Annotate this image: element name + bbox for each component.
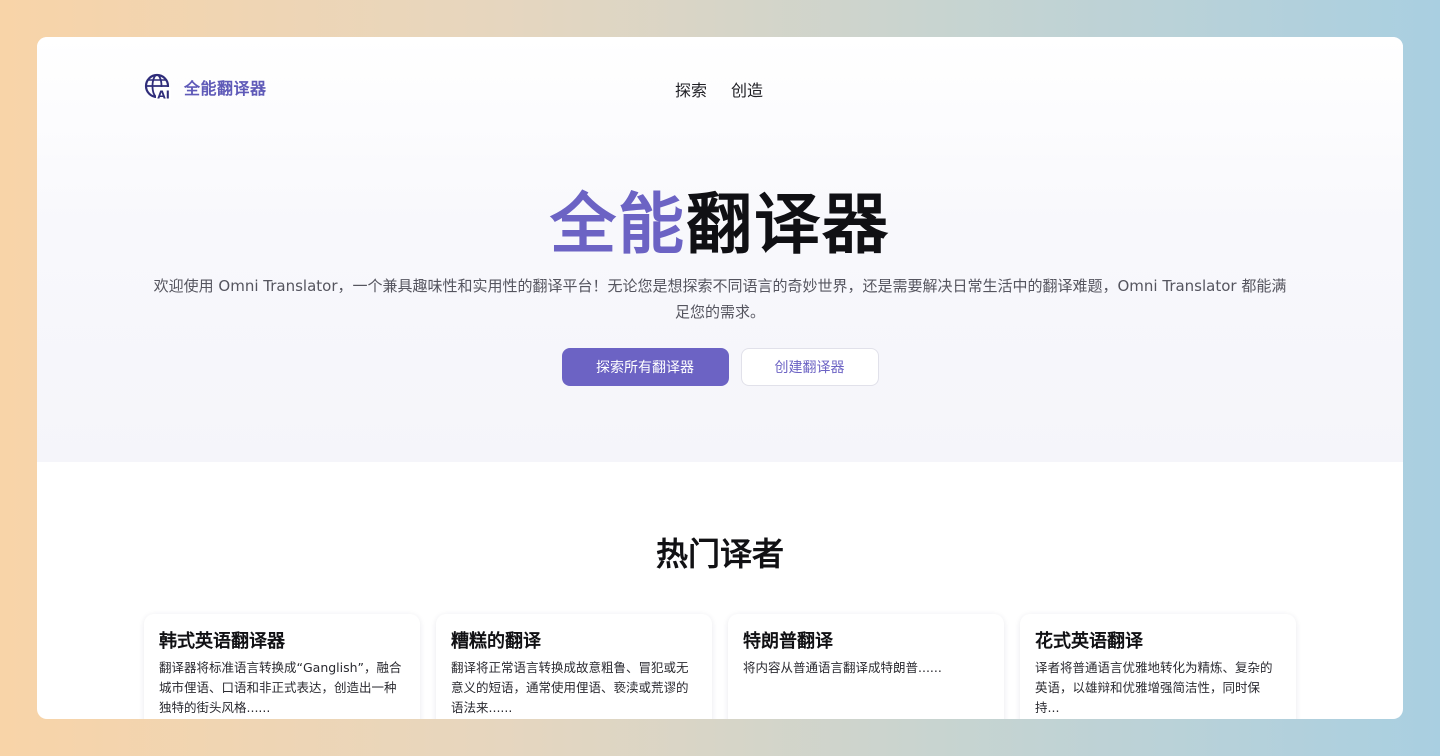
hero-title: 全能翻译器 [37, 185, 1403, 265]
translator-card[interactable]: 糟糕的翻译 翻译将正常语言转换成故意粗鲁、冒犯或无意义的短语，通常使用俚语、亵渎… [436, 614, 712, 719]
card-title: 花式英语翻译 [1035, 631, 1143, 652]
hero-title-accent: 全能 [550, 186, 686, 263]
logo-text: 全能翻译器 [184, 79, 267, 98]
svg-text:AI: AI [157, 89, 170, 102]
section-title-popular: 热门译者 [655, 535, 784, 573]
nav-item-create[interactable]: 创造 [731, 77, 763, 101]
hero-title-rest: 翻译器 [686, 186, 890, 263]
card-title: 糟糕的翻译 [451, 631, 541, 652]
hero-description: 欢迎使用 Omni Translator，一个兼具趣味性和实用性的翻译平台！无论… [153, 277, 1287, 321]
nav-links: 探索 创造 [675, 77, 763, 101]
card-description: 翻译器将标准语言转换成“Ganglish”，融合城市俚语、口语和非正式表达，创造… [159, 660, 402, 715]
create-translator-button[interactable]: 创建翻译器 [740, 348, 879, 386]
card-description: 将内容从普通语言翻译成特朗普...... [743, 660, 942, 675]
card-title: 韩式英语翻译器 [159, 631, 285, 652]
card-description: 翻译将正常语言转换成故意粗鲁、冒犯或无意义的短语，通常使用俚语、亵渎或荒谬的语法… [451, 660, 689, 715]
logo[interactable]: AI 全能翻译器 [144, 73, 267, 102]
app-window: AI 全能翻译器 探索 创造 全能翻译器 欢迎使用 Omni Translato… [37, 37, 1403, 719]
nav-item-explore[interactable]: 探索 [675, 77, 707, 101]
hero-section: AI 全能翻译器 探索 创造 全能翻译器 欢迎使用 Omni Translato… [37, 37, 1403, 462]
translator-card[interactable]: 特朗普翻译 将内容从普通语言翻译成特朗普...... [728, 614, 1004, 719]
explore-all-button[interactable]: 探索所有翻译器 [561, 348, 729, 386]
card-title: 特朗普翻译 [743, 631, 833, 652]
popular-cards: 韩式英语翻译器 翻译器将标准语言转换成“Ganglish”，融合城市俚语、口语和… [144, 614, 1296, 719]
top-nav: AI 全能翻译器 探索 创造 [37, 37, 1403, 137]
globe-ai-icon: AI [144, 73, 172, 102]
translator-card[interactable]: 花式英语翻译 译者将普通语言优雅地转化为精炼、复杂的英语，以雄辩和优雅增强简洁性… [1020, 614, 1296, 719]
hero-buttons: 探索所有翻译器 创建翻译器 [37, 348, 1403, 386]
card-description: 译者将普通语言优雅地转化为精炼、复杂的英语，以雄辩和优雅增强简洁性，同时保持..… [1035, 660, 1273, 715]
translator-card[interactable]: 韩式英语翻译器 翻译器将标准语言转换成“Ganglish”，融合城市俚语、口语和… [144, 614, 420, 719]
